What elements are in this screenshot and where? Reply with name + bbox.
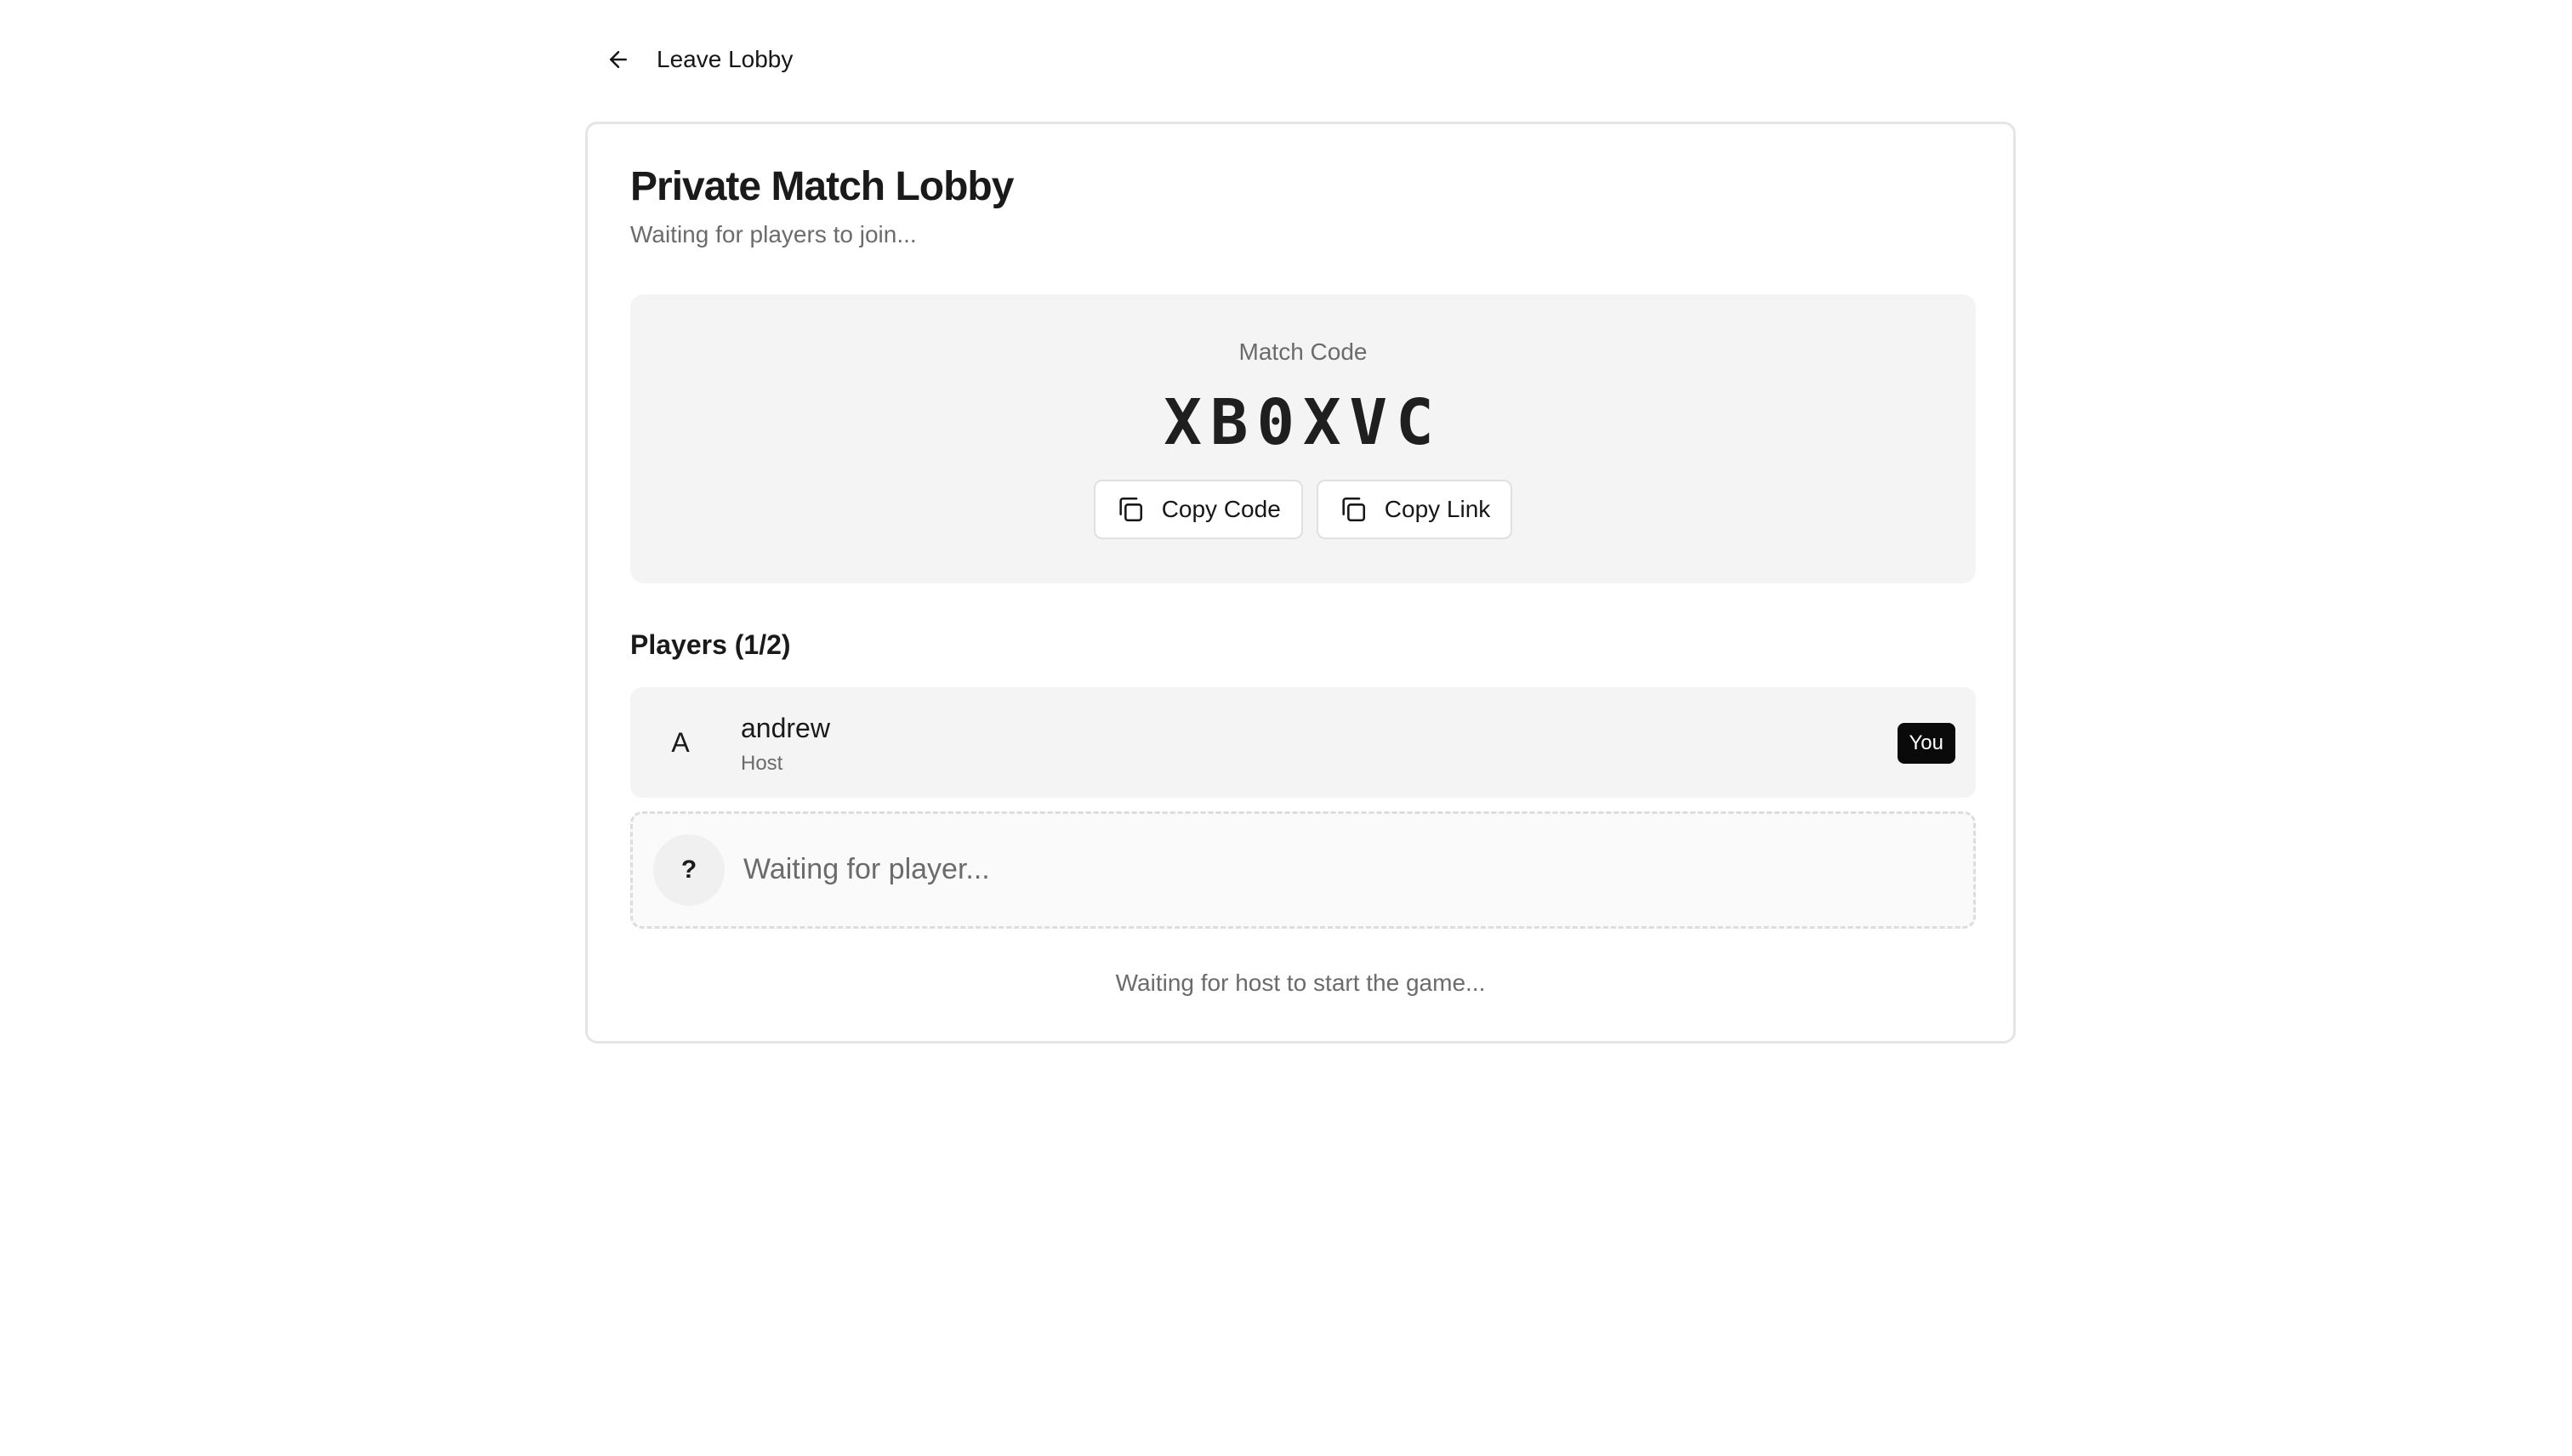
- match-code-label: Match Code: [1238, 338, 1368, 365]
- copy-link-button[interactable]: Copy Link: [1316, 480, 1513, 539]
- leave-lobby-link[interactable]: Leave Lobby: [604, 41, 793, 78]
- player-name: andrew: [741, 713, 830, 743]
- lobby-card: Private Match Lobby Waiting for players …: [585, 122, 2016, 1044]
- match-code-value: XB0XVC: [1164, 386, 1442, 459]
- avatar: A: [671, 726, 690, 758]
- lobby-page: Leave Lobby Private Match Lobby Waiting …: [0, 0, 2572, 1456]
- empty-slot-text: Waiting for player...: [743, 853, 990, 885]
- copy-icon: [1337, 493, 1369, 526]
- page-title: Private Match Lobby: [630, 164, 1014, 209]
- arrow-left-icon: [604, 45, 633, 74]
- leave-lobby-label: Leave Lobby: [657, 46, 794, 72]
- copy-link-label: Copy Link: [1384, 496, 1491, 522]
- player-role: Host: [741, 752, 783, 775]
- you-badge: You: [1897, 723, 1955, 764]
- copy-code-label: Copy Code: [1161, 496, 1281, 522]
- players-heading: Players (1/2): [630, 629, 791, 660]
- player-row: A andrew Host You: [630, 687, 1976, 798]
- copy-icon: [1114, 493, 1147, 526]
- copy-code-button[interactable]: Copy Code: [1093, 480, 1303, 539]
- page-subtitle: Waiting for players to join...: [630, 221, 917, 247]
- question-mark-icon: ?: [653, 834, 725, 906]
- match-code-panel: Match Code XB0XVC Copy Code Copy Link: [630, 294, 1976, 583]
- copy-buttons-group: Copy Code Copy Link: [630, 480, 1976, 539]
- empty-player-slot: ? Waiting for player...: [630, 811, 1976, 929]
- status-message: Waiting for host to start the game...: [1115, 970, 1486, 996]
